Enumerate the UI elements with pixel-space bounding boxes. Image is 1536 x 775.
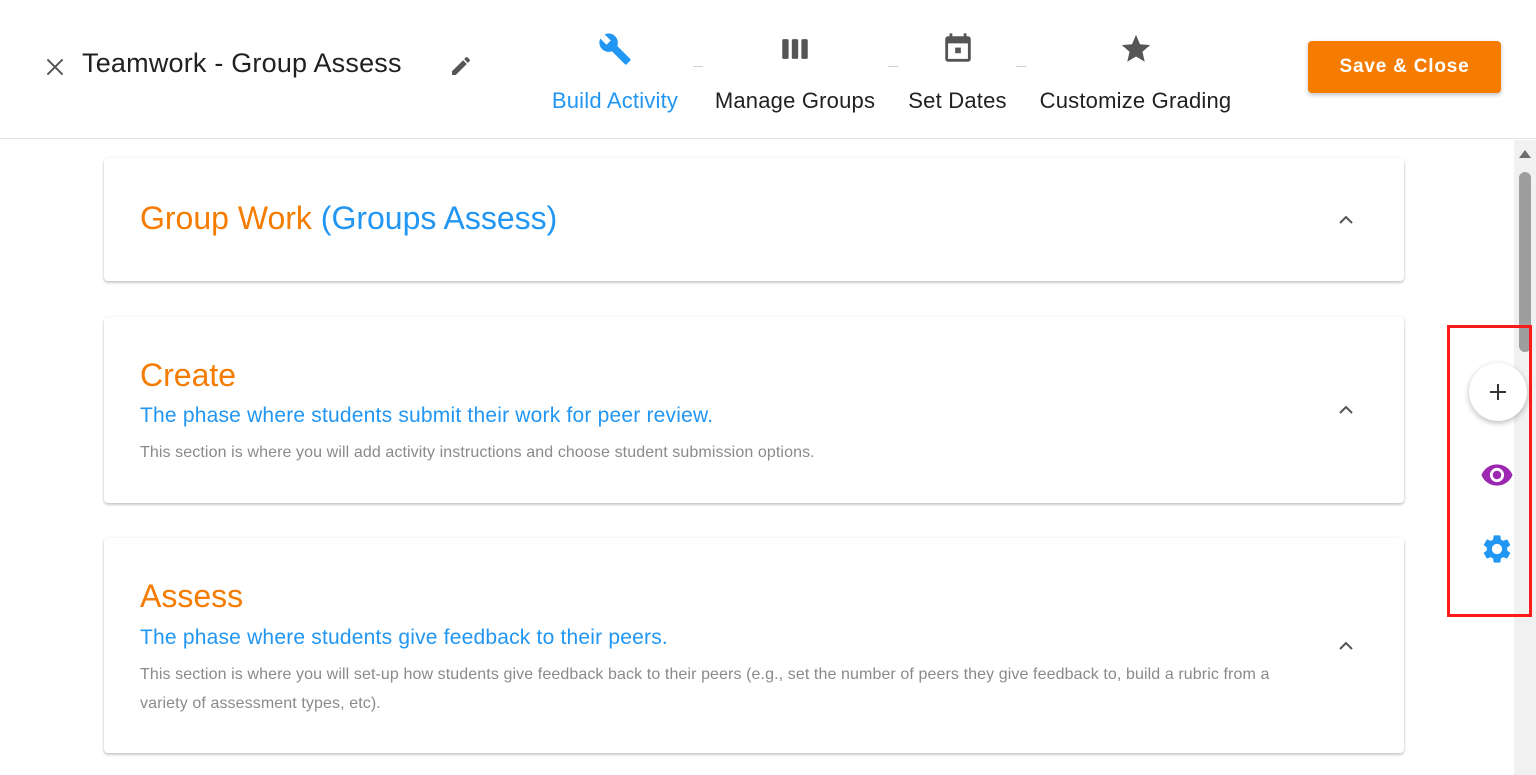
edit-title-button[interactable]	[449, 54, 473, 78]
section-card-assess[interactable]: Assess The phase where students give fee…	[104, 538, 1404, 753]
tab-label: Manage Groups	[714, 88, 876, 113]
step-divider	[888, 66, 898, 67]
tab-customize-grading[interactable]: Customize Grading	[1028, 28, 1243, 124]
star-icon	[1121, 34, 1150, 62]
tab-label: Set Dates	[908, 88, 1007, 113]
section-title-main: Create	[140, 357, 237, 393]
close-button[interactable]	[42, 54, 68, 80]
tab-manage-groups[interactable]: Manage Groups	[705, 28, 885, 124]
top-bar: Teamwork - Group Assess Build Activity M…	[0, 0, 1536, 139]
save-and-close-button[interactable]: Save & Close	[1308, 41, 1501, 93]
plus-icon	[1490, 384, 1506, 400]
section-title: Create	[140, 357, 236, 394]
wrench-icon	[599, 33, 631, 65]
chevron-up-icon[interactable]	[1334, 634, 1358, 658]
section-title: Assess	[140, 578, 243, 615]
section-title-suffix: (Groups Assess)	[320, 200, 558, 236]
tab-set-dates[interactable]: Set Dates	[900, 28, 1015, 124]
step-divider	[1016, 66, 1026, 67]
section-title: Group Work (Groups Assess)	[140, 200, 557, 237]
tab-label: Customize Grading	[1039, 88, 1232, 113]
chevron-up-icon[interactable]	[1334, 398, 1358, 422]
calendar-icon	[944, 33, 971, 62]
section-title-main: Group Work	[140, 200, 312, 236]
tab-label: Build Activity	[551, 88, 679, 113]
scroll-up-arrow[interactable]	[1519, 150, 1531, 158]
pencil-icon	[452, 56, 471, 75]
floating-tools-panel	[1447, 325, 1532, 617]
gear-icon[interactable]	[1480, 532, 1514, 566]
section-title-main: Assess	[140, 578, 244, 614]
section-subtitle: The phase where students give feedback t…	[140, 626, 668, 649]
eye-icon[interactable]	[1480, 458, 1514, 492]
activity-title: Teamwork - Group Assess	[82, 48, 402, 78]
section-card-create[interactable]: Create The phase where students submit t…	[104, 317, 1404, 503]
add-section-button[interactable]	[1469, 363, 1527, 421]
step-divider	[693, 66, 703, 67]
section-card-group-work[interactable]: Group Work (Groups Assess)	[104, 158, 1404, 281]
section-description: This section is where you will add activ…	[140, 444, 815, 461]
content-area: Group Work (Groups Assess) Create The ph…	[0, 140, 1536, 775]
section-description: This section is where you will set-up ho…	[140, 666, 1270, 712]
tab-build-activity[interactable]: Build Activity	[540, 28, 690, 124]
chevron-up-icon[interactable]	[1334, 208, 1358, 232]
section-subtitle: The phase where students submit their wo…	[140, 404, 714, 427]
close-icon	[46, 58, 64, 76]
columns-icon	[782, 39, 808, 59]
